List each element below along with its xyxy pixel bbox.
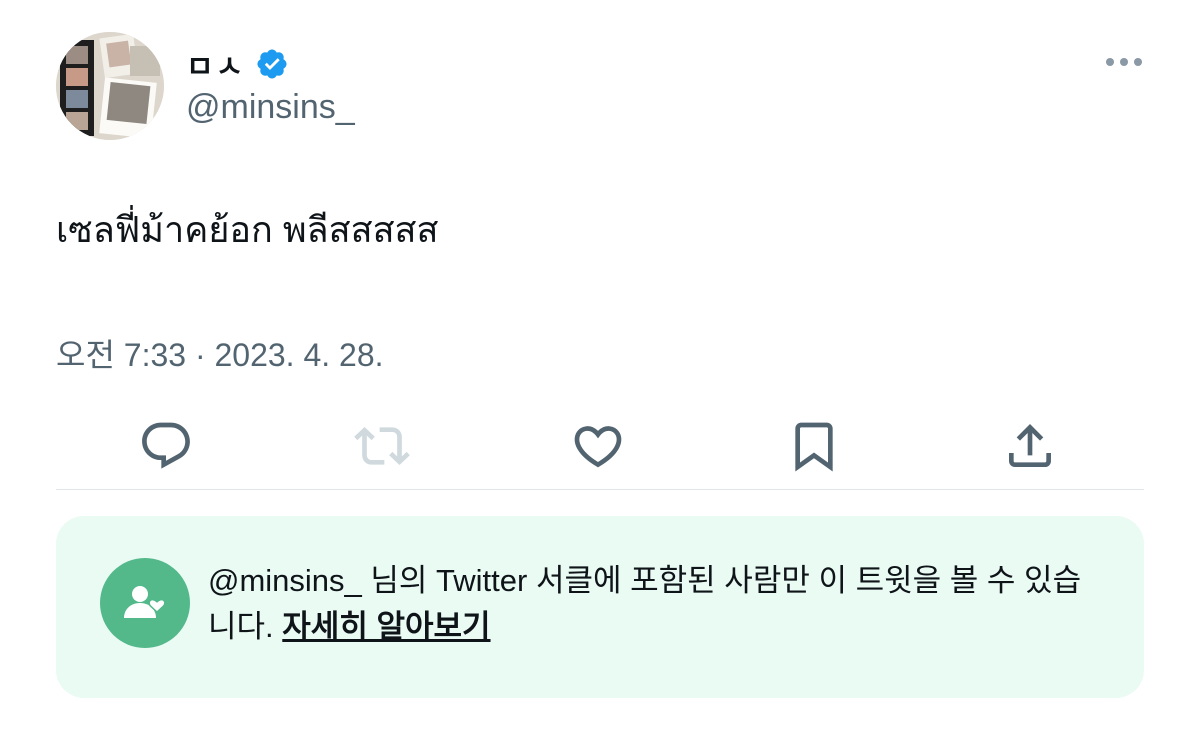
retweet-button[interactable] [352,416,412,476]
share-button[interactable] [1000,416,1060,476]
tweet-actions-bar [56,416,1144,476]
like-button[interactable] [568,416,628,476]
author-display-name[interactable]: ㅁㅅ [186,42,245,86]
verified-badge-icon [255,47,289,81]
twitter-circle-icon [100,558,190,648]
avatar-image [56,32,164,140]
circle-notice-text: @minsins_ 님의 Twitter 서클에 포함된 사람만 이 트윗을 볼… [208,558,1088,650]
author-name-row: ㅁㅅ [186,44,289,84]
reply-button[interactable] [136,416,196,476]
avatar[interactable] [56,32,164,140]
more-options-button[interactable] [1104,52,1144,72]
tweet-timestamp[interactable]: 오전 7:33 · 2023. 4. 28. [56,330,384,376]
reply-icon [142,422,190,469]
divider [56,489,1144,490]
bookmark-button[interactable] [784,416,844,476]
author-handle[interactable]: @minsins_ [186,88,355,127]
more-dot-icon [1134,58,1142,66]
like-icon [574,426,622,468]
circle-notice: @minsins_ 님의 Twitter 서클에 포함된 사람만 이 트윗을 볼… [56,516,1144,698]
tweet-text: เซลฟี่ม้าคย้อก พลีสสสสส [56,209,439,250]
bookmark-icon [795,422,833,472]
more-dot-icon [1120,58,1128,66]
learn-more-link[interactable]: 자세히 알아보기 [282,609,490,644]
more-dot-icon [1106,58,1114,66]
retweet-icon [354,427,410,465]
share-icon [1009,424,1051,467]
